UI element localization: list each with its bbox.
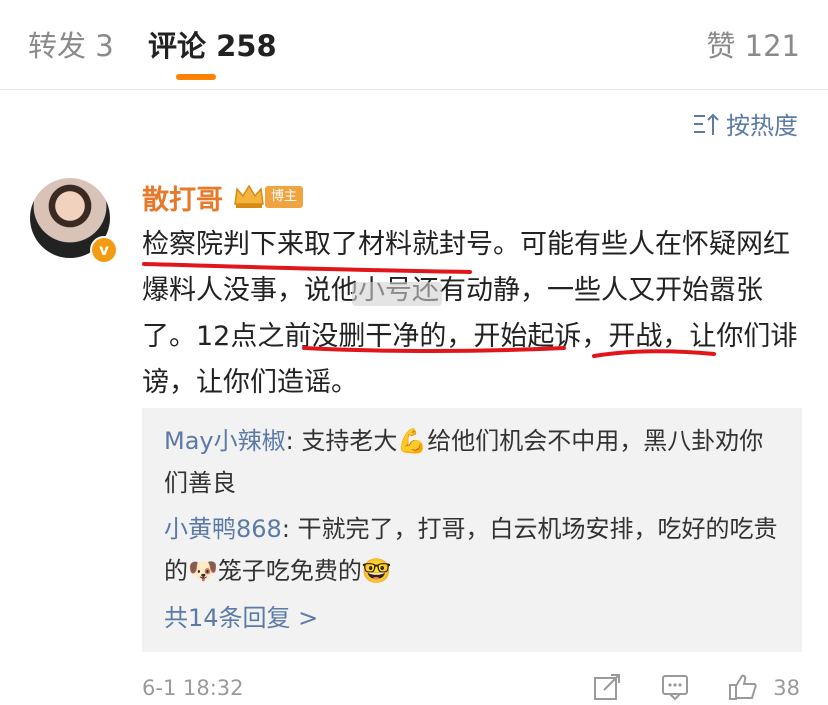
like-thumb-icon[interactable]	[728, 672, 758, 702]
comment-icon[interactable]	[660, 672, 690, 702]
underline-marking	[302, 346, 566, 353]
view-more-replies[interactable]: 共14条回复 >	[164, 598, 318, 633]
blogger-badge: 博主	[265, 186, 304, 208]
active-tab-indicator	[176, 74, 216, 80]
share-icon[interactable]	[592, 672, 622, 702]
like-count: 38	[773, 676, 800, 700]
comment-time: 6-1 18:32	[142, 676, 244, 700]
replies-box: May小辣椒: 支持老大💪给他们机会不中用，黑八卦劝你们善良 小黄鸭868: 干…	[142, 408, 802, 652]
tab-likes[interactable]: 赞 121	[706, 26, 800, 66]
crown-icon	[234, 184, 264, 208]
reply-item: May小辣椒: 支持老大💪给他们机会不中用，黑八卦劝你们善良	[164, 420, 784, 504]
underline-marking	[142, 262, 472, 274]
sort-label: 按热度	[726, 112, 798, 140]
comment-author[interactable]: 散打哥	[142, 178, 223, 217]
divider	[0, 89, 828, 90]
tab-repost[interactable]: 转发 3	[28, 26, 114, 66]
reply-user[interactable]: 小黄鸭868	[164, 515, 282, 543]
underline-marking	[592, 349, 716, 358]
comment-tabs: 转发 3 评论 258 赞 121	[0, 0, 828, 90]
reply-item: 小黄鸭868: 干就完了，打哥，白云机场安排，吃好的吃贵的🐶笼子吃免费的🤓	[164, 508, 784, 592]
sort-by-hot-button[interactable]: 按热度	[692, 106, 798, 141]
tab-comments[interactable]: 评论 258	[148, 26, 277, 66]
comment-text: 检察院判下来取了材料就封号。可能有些人在怀疑网红爆料人没事，说他小号还有动静，一…	[142, 229, 798, 398]
blur-patch	[352, 282, 442, 306]
reply-user[interactable]: May小辣椒	[164, 427, 286, 455]
sort-icon	[694, 113, 719, 135]
verified-v-icon: v	[90, 236, 118, 264]
